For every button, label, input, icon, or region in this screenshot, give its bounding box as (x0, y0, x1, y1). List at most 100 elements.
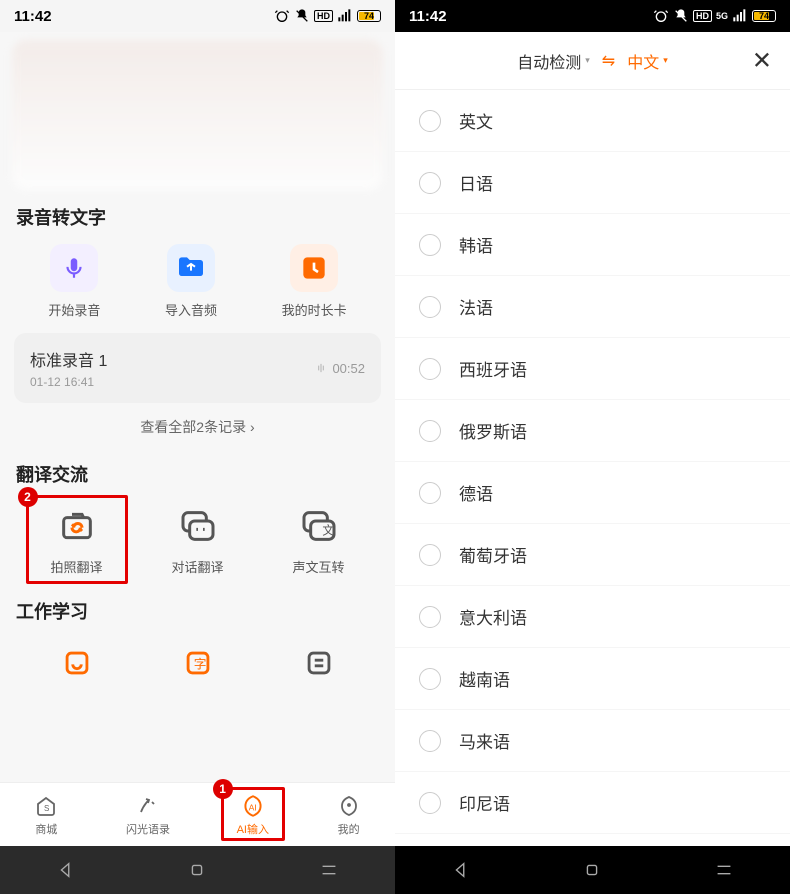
wave-icon (314, 361, 328, 375)
radio-icon (419, 544, 441, 566)
nav-label: 商城 (35, 821, 57, 837)
tile-label: 导入音频 (165, 300, 217, 319)
me-icon (337, 794, 361, 818)
tile-start-recording[interactable]: 开始录音 (48, 244, 100, 319)
radio-icon (419, 358, 441, 380)
recording-item[interactable]: 标准录音 1 01-12 16:41 00:52 (14, 333, 381, 403)
recording-duration: 00:52 (314, 361, 365, 376)
lang-option[interactable]: 德语 (395, 462, 790, 524)
lang-option[interactable]: 印尼语 (395, 772, 790, 834)
tile-voice-text[interactable]: 文 声文互转 (274, 503, 364, 576)
tile-photo-translate[interactable]: 2 拍照翻译 (32, 503, 122, 576)
tile-dialog-translate[interactable]: 对话翻译 (153, 503, 243, 576)
radio-icon (419, 234, 441, 256)
work-tile-1[interactable] (32, 640, 122, 686)
section-translate-title: 翻译交流 (0, 455, 395, 497)
lang-label: 韩语 (459, 232, 493, 257)
tile-label: 对话翻译 (171, 557, 223, 576)
radio-icon (419, 110, 441, 132)
signal-icon (732, 8, 748, 24)
home-icon[interactable] (186, 859, 208, 881)
radio-icon (419, 668, 441, 690)
svg-text:字: 字 (193, 657, 206, 672)
nav-ai-input[interactable]: 1 AI AI输入 (237, 793, 269, 837)
hero-banner[interactable] (12, 40, 383, 190)
radio-icon (419, 482, 441, 504)
mute-icon (294, 8, 310, 24)
alarm-icon (274, 8, 290, 24)
lang-option[interactable]: 越南语 (395, 648, 790, 710)
badge-1: 1 (213, 779, 233, 799)
hd-icon: HD (314, 10, 333, 22)
lang-option[interactable]: 韩语 (395, 214, 790, 276)
tile-import-audio[interactable]: 导入音频 (165, 244, 217, 319)
lang-option[interactable]: 日语 (395, 152, 790, 214)
lang-option[interactable]: 马来语 (395, 710, 790, 772)
highlight-box-2 (26, 495, 128, 584)
radio-icon (419, 420, 441, 442)
status-bar: 11:42 HD 74 (0, 0, 395, 32)
radio-icon (419, 606, 441, 628)
status-bar: 11:42 HD 5G 74 (395, 0, 790, 32)
battery-icon: 74 (357, 10, 381, 22)
nav-label: 我的 (338, 821, 360, 837)
lang-label: 葡萄牙语 (459, 542, 527, 567)
recents-icon[interactable] (713, 859, 735, 881)
radio-icon (419, 296, 441, 318)
alarm-icon (653, 8, 669, 24)
close-button[interactable]: ✕ (752, 46, 772, 75)
chevron-down-icon: ▾ (585, 55, 590, 66)
lang-option[interactable]: 意大利语 (395, 586, 790, 648)
recording-tiles-row: 开始录音 导入音频 我的时长卡 (0, 240, 395, 333)
target-lang: 中文 (627, 49, 659, 73)
hd-icon: HD (693, 10, 712, 22)
radio-icon (419, 172, 441, 194)
left-screen: 11:42 HD 74 录音转文字 开始录音 导入音频 我的时长卡 (0, 0, 395, 894)
source-lang: 自动检测 (517, 49, 581, 73)
clock-icon (298, 252, 330, 284)
translate-tiles-row: 2 拍照翻译 对话翻译 文 声文互转 (0, 497, 395, 582)
clock-label: 11:42 (409, 8, 447, 25)
home-icon[interactable] (581, 859, 603, 881)
work-tile-2[interactable]: 字 (153, 640, 243, 686)
right-screen: 11:42 HD 5G 74 自动检测▾ ⇋ 中文▾ ✕ 英文 日语 韩语 法语… (395, 0, 790, 894)
lang-option[interactable]: 法语 (395, 276, 790, 338)
tile-label: 声文互转 (292, 557, 344, 576)
tile-duration-card[interactable]: 我的时长卡 (282, 244, 347, 319)
language-selector[interactable]: 自动检测▾ ⇋ 中文▾ (517, 49, 668, 73)
tile-label: 开始录音 (48, 300, 100, 319)
section-recording-title: 录音转文字 (0, 198, 395, 240)
nav-quotes[interactable]: 闪光语录 (126, 793, 170, 837)
signal-icon (337, 8, 353, 24)
quote-icon (136, 794, 160, 818)
lang-option[interactable]: 葡萄牙语 (395, 524, 790, 586)
recording-timestamp: 01-12 16:41 (30, 375, 107, 389)
bottom-nav: S 商城 闪光语录 1 AI AI输入 我的 (0, 782, 395, 846)
lang-label: 英文 (459, 108, 493, 133)
lang-label: 日语 (459, 170, 493, 195)
language-header: 自动检测▾ ⇋ 中文▾ ✕ (395, 32, 790, 90)
lang-option[interactable]: 俄罗斯语 (395, 400, 790, 462)
voice-text-icon: 文 (299, 506, 339, 546)
lang-label: 俄罗斯语 (459, 418, 527, 443)
back-icon[interactable] (55, 859, 77, 881)
work-tiles-row: 字 (0, 634, 395, 686)
svg-text:文: 文 (322, 523, 334, 537)
language-list[interactable]: 英文 日语 韩语 法语 西班牙语 俄罗斯语 德语 葡萄牙语 意大利语 越南语 马… (395, 90, 790, 846)
nav-me[interactable]: 我的 (336, 793, 362, 837)
back-icon[interactable] (450, 859, 472, 881)
tile-label: 我的时长卡 (282, 300, 347, 319)
recording-title: 标准录音 1 (30, 347, 107, 371)
lang-option[interactable]: 英文 (395, 90, 790, 152)
swap-icon[interactable]: ⇋ (602, 51, 615, 71)
recents-icon[interactable] (318, 859, 340, 881)
nav-shop[interactable]: S 商城 (33, 793, 59, 837)
nav-label: 闪光语录 (126, 821, 170, 837)
battery-icon: 74 (752, 10, 776, 22)
main-content: 录音转文字 开始录音 导入音频 我的时长卡 标准录音 1 01-12 16:41 (0, 32, 395, 782)
lang-option[interactable]: 西班牙语 (395, 338, 790, 400)
network-5g: 5G (716, 11, 728, 21)
work-tile-3[interactable] (274, 640, 364, 686)
see-all-records[interactable]: 查看全部2条记录 › (0, 403, 395, 455)
lang-label: 越南语 (459, 666, 510, 691)
